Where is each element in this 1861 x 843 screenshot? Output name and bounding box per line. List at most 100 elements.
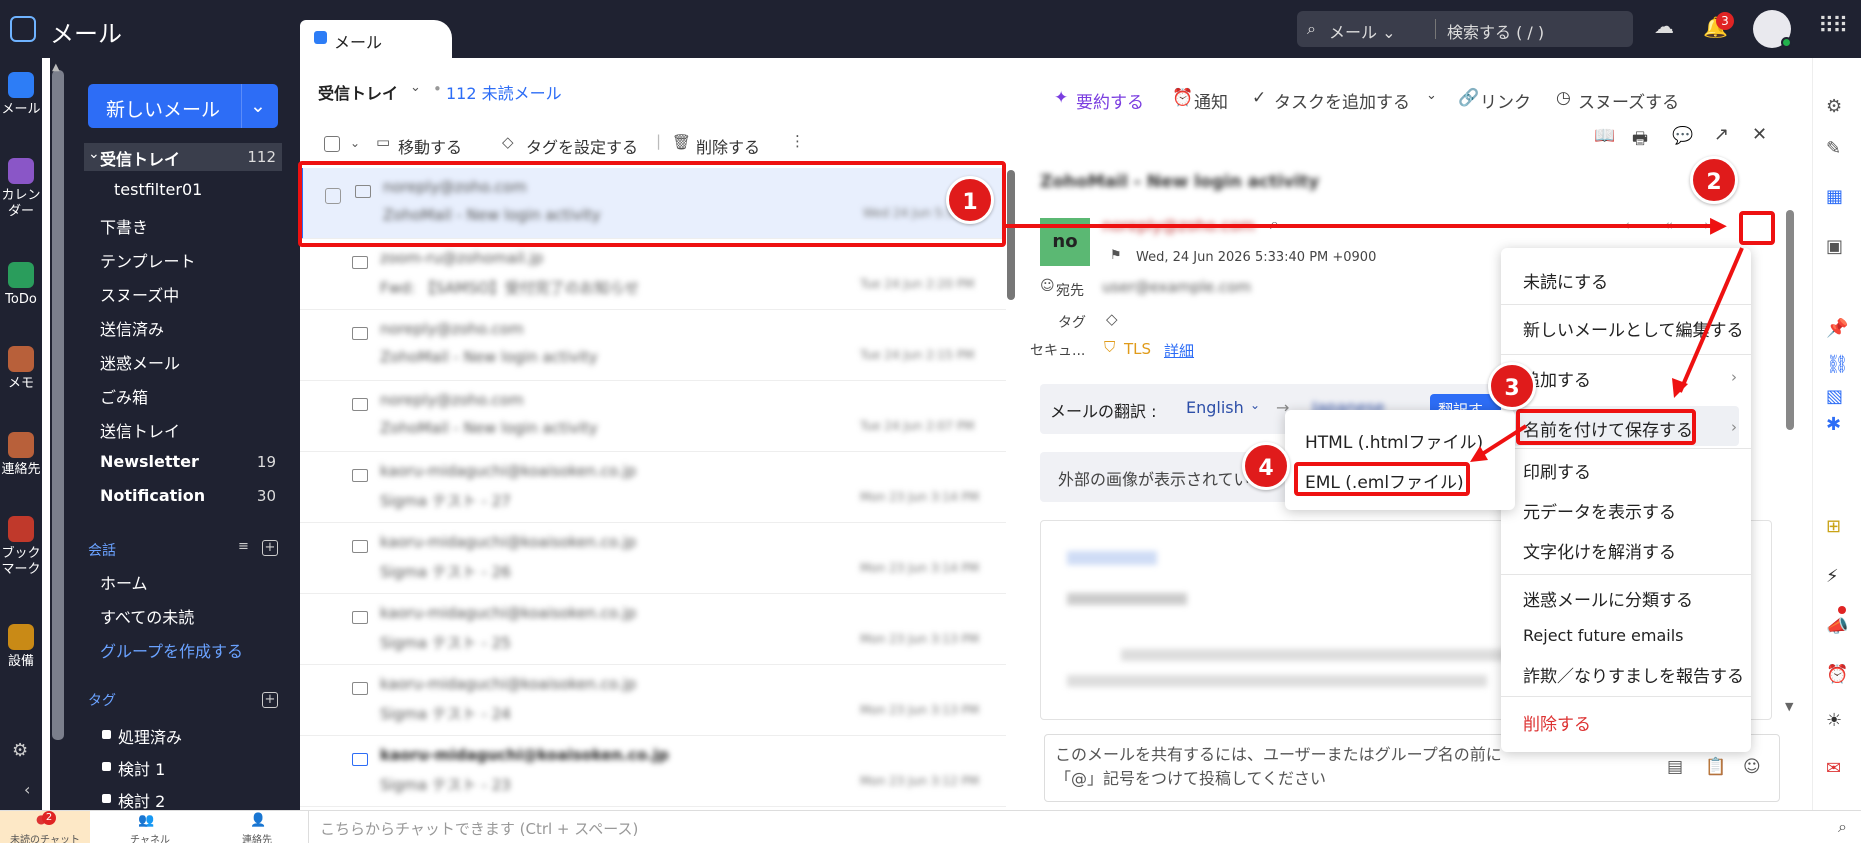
scroll-up-icon[interactable]: ▲ — [52, 62, 60, 73]
notify-button[interactable]: 通知 — [1194, 88, 1228, 113]
source-language-select[interactable]: English — [1186, 398, 1244, 417]
pin-icon[interactable]: 📌 — [1826, 318, 1848, 339]
contacts-tab[interactable]: 連絡先 — [222, 831, 292, 843]
unread-count-link[interactable]: 112 未読メール — [446, 80, 562, 104]
table-row[interactable]: kaoru-midaguchi@koaisoken.co.jp Sigma テスト… — [300, 452, 1006, 523]
menu-item[interactable]: Reject future emails — [1523, 626, 1684, 645]
channels-tab[interactable]: チャネル — [110, 831, 190, 843]
table-row[interactable]: kaoru-midaguchi@koaisoken.co.jp Sigma テスト… — [300, 665, 1006, 736]
add-app-icon[interactable]: ⊞ — [1826, 516, 1841, 537]
folder-item[interactable]: testfilter01 — [114, 180, 202, 199]
folder-item[interactable]: スヌーズ中 — [100, 282, 179, 306]
details-link[interactable]: 詳細 — [1164, 340, 1194, 361]
scroll-down-icon[interactable]: ▼ — [1785, 700, 1793, 713]
contacts-card-icon[interactable]: ▣ — [1826, 236, 1843, 257]
chat-input[interactable]: こちらからチャットできます (Ctrl + スペース) — [320, 818, 638, 839]
table-row[interactable]: kaoru-midaguchi@koaisoken.co.jp Sigma テスト… — [300, 523, 1006, 594]
rail-item-3[interactable]: メモ — [0, 346, 42, 392]
rail-item-2[interactable]: ToDo — [0, 262, 42, 308]
folder-item[interactable]: Newsletter — [100, 452, 199, 471]
table-row[interactable]: kaoru-midaguchi@koaisoken.co.jp Sigma テスト… — [300, 736, 1006, 807]
add-conversation-icon[interactable]: + — [262, 540, 278, 556]
select-dropdown-icon[interactable]: ⌄ — [350, 136, 360, 150]
collapse-icon[interactable]: ⌄ — [88, 146, 100, 162]
avatar[interactable] — [1753, 10, 1792, 48]
cloud-sync-icon[interactable]: ☁ — [1654, 14, 1674, 38]
chevron-down-icon[interactable]: ⌄ — [1426, 88, 1437, 103]
emoji-icon[interactable]: ☺ — [1743, 757, 1761, 777]
tag-item[interactable]: 処理済み — [118, 724, 182, 748]
new-mail-button[interactable]: 新しいメール ⌄ — [88, 84, 278, 128]
clipboard-icon[interactable]: 📋 — [1705, 757, 1726, 777]
tab-mail[interactable]: メール — [300, 20, 452, 58]
move-button[interactable]: 移動する — [398, 134, 462, 158]
conversation-item[interactable]: グループを作成する — [100, 638, 243, 662]
select-all-checkbox[interactable] — [324, 136, 340, 152]
folder-item[interactable]: 下書き — [100, 214, 148, 238]
chevron-down-icon[interactable]: ⌄ — [410, 80, 421, 95]
popout-icon[interactable]: ↗ — [1714, 124, 1729, 145]
add-tag-icon[interactable]: + — [262, 692, 278, 708]
link-chain-icon[interactable]: ⛓ — [1826, 354, 1849, 375]
set-tag-button[interactable]: タグを設定する — [526, 134, 638, 158]
add-task-button[interactable]: タスクを追加する — [1274, 88, 1410, 113]
search-input[interactable]: 検索する ( / ) — [1447, 19, 1544, 43]
chart-icon[interactable]: ▧ — [1826, 386, 1843, 407]
sun-icon[interactable]: ☀ — [1826, 710, 1842, 731]
menu-item[interactable]: 文字化けを解消する — [1523, 538, 1676, 563]
table-row[interactable]: noreply@zoho.com ZohoMail - New login act… — [300, 381, 1006, 452]
print-icon[interactable]: 🖶 — [1632, 126, 1648, 155]
menu-item[interactable]: 詐欺／なりすましを報告する — [1523, 662, 1744, 687]
search-scope[interactable]: メール ⌄ — [1329, 19, 1396, 43]
snooze-button[interactable]: スヌーズする — [1578, 88, 1679, 113]
conversation-item[interactable]: すべての未読 — [100, 604, 194, 628]
chevron-down-icon[interactable]: ⌄ — [250, 95, 266, 117]
unread-chat-tab[interactable]: ● 2 未読のチャット — [0, 811, 90, 843]
save-as-html[interactable]: HTML (.htmlファイル) — [1305, 428, 1483, 453]
table-row[interactable]: zoom-ru@zohomail.jp Fwd: 【SAMSO】受付完了のお知らせ… — [300, 239, 1006, 310]
rail-item-1[interactable]: カレンダー — [0, 158, 42, 220]
folder-item[interactable]: Notification — [100, 486, 205, 505]
puzzle-icon[interactable]: ✱ — [1826, 414, 1841, 435]
table-row[interactable]: kaoru-midaguchi@koaisoken.co.jp Sigma テスト… — [300, 594, 1006, 665]
folder-item[interactable]: 送信トレイ — [100, 418, 180, 442]
summarize-button[interactable]: 要約する — [1076, 88, 1144, 113]
reader-scrollbar[interactable] — [1786, 210, 1794, 430]
signature-icon[interactable]: ✎ — [1826, 138, 1841, 159]
folder-item[interactable]: ごみ箱 — [100, 384, 148, 408]
apps-grid-icon[interactable]: ⠿⠿ — [1818, 14, 1848, 39]
list-folder-title[interactable]: 受信トレイ — [318, 80, 398, 104]
megaphone-icon[interactable]: 📣 — [1826, 616, 1848, 637]
delete-button[interactable]: 削除する — [696, 134, 760, 158]
menu-item[interactable]: 削除する — [1523, 710, 1591, 735]
rail-item-4[interactable]: 連絡先 — [0, 432, 42, 478]
document-icon[interactable]: ▤ — [1667, 757, 1683, 777]
rail-item-6[interactable]: 設備 — [0, 624, 42, 670]
folder-item[interactable]: 送信済み — [100, 316, 164, 340]
reader-mode-icon[interactable]: 📖 — [1594, 126, 1615, 146]
search-bar[interactable]: ⌕ メール ⌄ 検索する ( / ) — [1297, 11, 1633, 47]
folder-item[interactable]: テンプレート — [100, 248, 196, 272]
link-button[interactable]: リンク — [1480, 88, 1531, 113]
folder-item[interactable]: 迷惑メール — [100, 350, 180, 374]
table-row[interactable]: noreply@zoho.com ZohoMail - New login act… — [300, 310, 1006, 381]
alarm-clock-icon[interactable]: ⏰ — [1826, 664, 1848, 685]
menu-item[interactable]: 迷惑メールに分類する — [1523, 586, 1693, 611]
conversation-item[interactable]: ホーム — [100, 570, 148, 594]
tag-item[interactable]: 検討 2 — [118, 788, 165, 812]
filter-icon[interactable]: ≡ — [238, 539, 249, 554]
chevron-down-icon[interactable]: ⌄ — [1250, 398, 1260, 412]
feedback-icon[interactable]: ✉ — [1826, 758, 1841, 779]
comment-icon[interactable]: 💬 — [1672, 126, 1693, 146]
search-icon[interactable]: ⌕ — [1838, 817, 1847, 837]
flag-icon[interactable]: ⚑ — [1110, 248, 1122, 263]
close-icon[interactable]: ✕ — [1752, 124, 1767, 145]
tag-item[interactable]: 検討 1 — [118, 756, 165, 780]
collapse-left-icon[interactable]: ‹ — [24, 780, 30, 799]
rail-item-0[interactable]: メール — [0, 72, 42, 118]
folder-scrollbar[interactable] — [52, 70, 64, 740]
bolt-icon[interactable]: ⚡ — [1826, 566, 1839, 587]
more-options-icon[interactable]: ⋮ — [790, 132, 805, 150]
list-scrollbar[interactable] — [1007, 170, 1015, 300]
rail-item-5[interactable]: ブックマーク — [0, 516, 42, 578]
